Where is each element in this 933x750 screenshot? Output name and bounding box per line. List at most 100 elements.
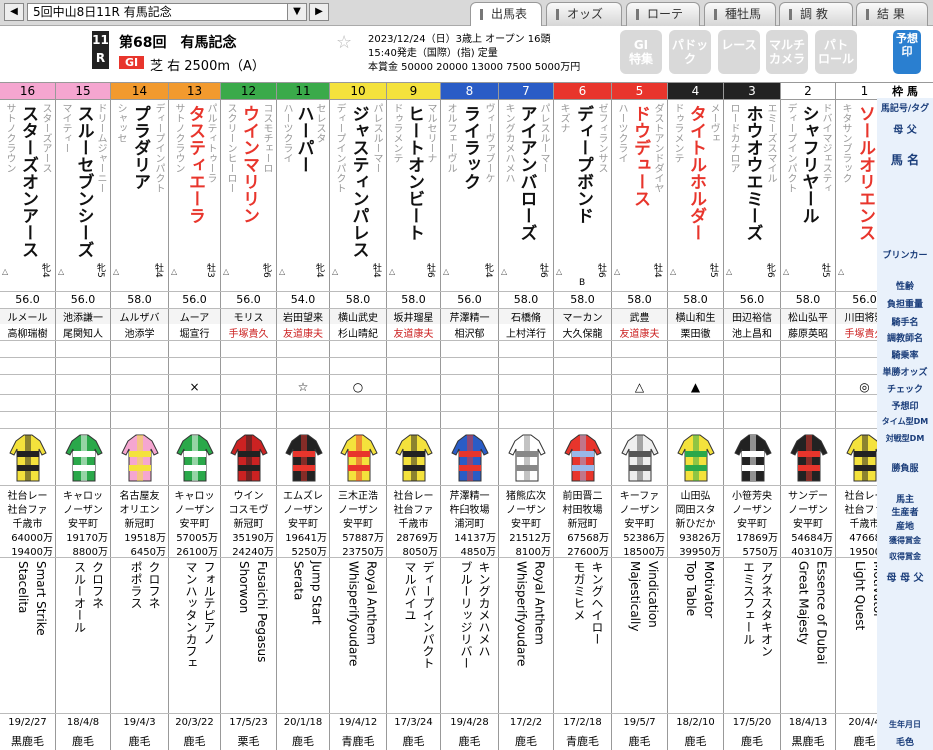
prediction-mark[interactable]: ▲ [668, 380, 723, 394]
horse-number: 3 [748, 84, 756, 98]
horse-name[interactable]: スターズオンアース [18, 105, 38, 280]
tab-1[interactable]: 出馬表 [470, 2, 542, 27]
prediction-mark[interactable]: ○ [330, 380, 386, 394]
horse-column-5[interactable]: 5 ハーツクライ ドウデュース ダストアンドダイヤ △ 牡4 58.0 武豊 友… [612, 83, 668, 750]
tab-6[interactable]: 結 果 [856, 2, 928, 26]
jockey-name[interactable]: 石橋脩 [499, 309, 553, 324]
race-select-arrow-icon[interactable]: ▼ [287, 3, 307, 21]
sire-name: サトノクラウン [4, 103, 15, 173]
horse-column-8[interactable]: 8 オルフェーヴル ライラック ヴィーヴァブーケ △ 牝4 56.0 芹澤精一 … [441, 83, 499, 750]
breeding-area: 新ひだか [675, 519, 716, 530]
horse-column-16[interactable]: 16 サトノクラウン スターズオンアース スターズアース △ 牝4 56.0 ル… [0, 83, 56, 750]
prediction-mark[interactable]: △ [612, 380, 667, 394]
jockey-name[interactable]: ルメール [0, 309, 55, 324]
tab-2[interactable]: オッズ [546, 2, 622, 26]
horse-name[interactable]: ハーパー [294, 105, 314, 280]
tab-4[interactable]: 種牡馬 [704, 2, 776, 26]
favorite-star-icon[interactable]: ☆ [336, 32, 352, 53]
horse-name[interactable]: アイアンバローズ [517, 105, 537, 280]
horse-name[interactable]: ライラック [460, 105, 480, 280]
trainer-name[interactable]: 栗田徹 [668, 325, 723, 340]
trainer-name[interactable]: 上村洋行 [499, 325, 553, 340]
horse-name[interactable]: プラダリア [130, 105, 150, 280]
horse-name[interactable]: ヒートオンビート [404, 105, 424, 280]
sire-name: ドゥラメンテ [672, 103, 683, 163]
trainer-name[interactable]: 友道康夫 [612, 325, 667, 340]
breeding-area: 千歳市 [398, 519, 429, 530]
header-button-1[interactable]: GⅠ 特集 [620, 30, 662, 74]
tab-5[interactable]: 調 教 [779, 2, 853, 26]
horse-name[interactable]: ウインマリリン [239, 105, 259, 280]
horse-column-4[interactable]: 4 ドゥラメンテ タイトルホルダー メーヴェ △ 牡5 58.0 横山和生 栗田… [668, 83, 724, 750]
horse-column-14[interactable]: 14 シャッセ プラダリア ディープインパクト △ 牡4 58.0 ムルザバ 池… [111, 83, 169, 750]
yoso-button[interactable]: 予想印 [893, 30, 921, 74]
trainer-name[interactable]: 池上昌和 [724, 325, 780, 340]
trainer-name[interactable]: 友道康夫 [277, 325, 329, 340]
horse-name[interactable]: ソールオリエンス [855, 105, 875, 280]
jockey-name[interactable]: 横山武史 [330, 309, 386, 324]
prev-race-button[interactable]: ◀ [4, 3, 24, 21]
jockey-name[interactable]: マーカン [554, 309, 611, 324]
horse-number: 7 [522, 84, 530, 98]
trainer-name[interactable]: 相沢郁 [441, 325, 498, 340]
horse-column-3[interactable]: 3 ロードカナロア ホウオウエミーズ エミーズスマイル △ 牝6 56.0 田辺… [724, 83, 781, 750]
horse-name[interactable]: スルーセブンシーズ [74, 105, 94, 280]
triangle-icon: △ [726, 267, 733, 276]
horse-column-10[interactable]: 10 ディープインパクト ジャスティンパレス パレスルーマー △ 牡4 58.0… [330, 83, 387, 750]
horse-column-2[interactable]: 2 ディープインパクト シャフリヤール ドバイマジェスティ △ 牡5 58.0 … [781, 83, 836, 750]
next-race-button[interactable]: ▶ [309, 3, 329, 21]
coat-color: 鹿毛 [628, 735, 651, 748]
jockey-name[interactable]: ムーア [169, 309, 220, 324]
jockey-name[interactable]: モリス [221, 309, 276, 324]
horse-column-12[interactable]: 12 スクリーンヒーロー ウインマリリン コスモチェーロ △ 牝6 56.0 モ… [221, 83, 277, 750]
trainer-name[interactable]: 手塚貴久 [221, 325, 276, 340]
coat-color: 鹿毛 [183, 735, 206, 748]
header-button-5[interactable]: パト ロール [815, 30, 857, 74]
blinker-mark: B [579, 278, 586, 288]
jockey-name[interactable]: 武豊 [612, 309, 667, 324]
horse-column-15[interactable]: 15 マイティー スルーセブンシーズ ドリームジャーニー △ 牝5 56.0 池… [56, 83, 111, 750]
jockey-name[interactable]: 横山和生 [668, 309, 723, 324]
dam-dam: Whisperifyoudare [346, 561, 361, 667]
tab-3[interactable]: ローテ [626, 2, 700, 26]
horse-name[interactable]: ドウデュース [630, 105, 650, 280]
horse-column-7[interactable]: 7 キングカメハメハ アイアンバローズ パレスルーマー △ 牡6 58.0 石橋… [499, 83, 554, 750]
prediction-mark[interactable]: × [169, 380, 220, 394]
jockey-name[interactable]: 坂井瑠星 [387, 309, 440, 324]
trainer-name[interactable]: 堀宣行 [169, 325, 220, 340]
horse-name[interactable]: ホウオウエミーズ [743, 105, 763, 280]
racing-silks-icon [339, 434, 378, 482]
trainer-name[interactable]: 大久保龍 [554, 325, 611, 340]
horse-name[interactable]: ディープボンド [573, 105, 593, 280]
horse-name[interactable]: ジャスティンパレス [349, 105, 369, 280]
trainer-name[interactable]: 池添学 [111, 325, 168, 340]
header-button-4[interactable]: マルチ カメラ [766, 30, 808, 74]
race-select[interactable]: 5回中山8日11R 有馬記念 [27, 3, 305, 21]
horse-column-13[interactable]: 13 サトノクラウン タスティエーラ パルティトゥーラ △ 牡3 56.0 ムー… [169, 83, 221, 750]
header-button-2[interactable]: パドック [669, 30, 711, 74]
triangle-icon: △ [614, 267, 621, 276]
horse-column-6[interactable]: 6 キズナ ディープボンド ゼフィランサス △ 牡6 58.0 マーカン 大久保… [554, 83, 612, 750]
jockey-name[interactable]: 芹澤精一 [441, 309, 498, 324]
dam-sire: Essence of Dubai [814, 561, 829, 665]
trainer-name[interactable]: 高柳瑞樹 [0, 325, 55, 340]
jockey-name[interactable]: 田辺裕信 [724, 309, 780, 324]
sex-age: 牝4 [40, 263, 50, 278]
header-button-3[interactable]: レース [718, 30, 760, 74]
trainer-name[interactable]: 藤原英昭 [781, 325, 835, 340]
sire-name: キングカメハメハ [503, 103, 514, 183]
prediction-mark[interactable]: ☆ [277, 380, 329, 394]
horse-column-11[interactable]: 11 ハーツクライ ハーパー セレスタ △ 牝4 54.0 岩田望来 友道康夫 … [277, 83, 330, 750]
horse-name[interactable]: シャフリヤール [799, 105, 819, 280]
horse-name[interactable]: タイトルホルダー [686, 105, 706, 280]
jockey-name[interactable]: 松山弘平 [781, 309, 835, 324]
horse-column-9[interactable]: 9 ドゥラメンテ ヒートオンビート マルセリーナ △ 牡6 58.0 坂井瑠星 … [387, 83, 441, 750]
jockey-name[interactable]: ムルザバ [111, 309, 168, 324]
trainer-name[interactable]: 友道康夫 [387, 325, 440, 340]
horse-number: 8 [465, 84, 474, 98]
trainer-name[interactable]: 杉山晴紀 [330, 325, 386, 340]
jockey-name[interactable]: 岩田望来 [277, 309, 329, 324]
jockey-name[interactable]: 池添謙一 [56, 309, 110, 324]
trainer-name[interactable]: 尾関知人 [56, 325, 110, 340]
horse-name[interactable]: タスティエーラ [185, 105, 205, 280]
